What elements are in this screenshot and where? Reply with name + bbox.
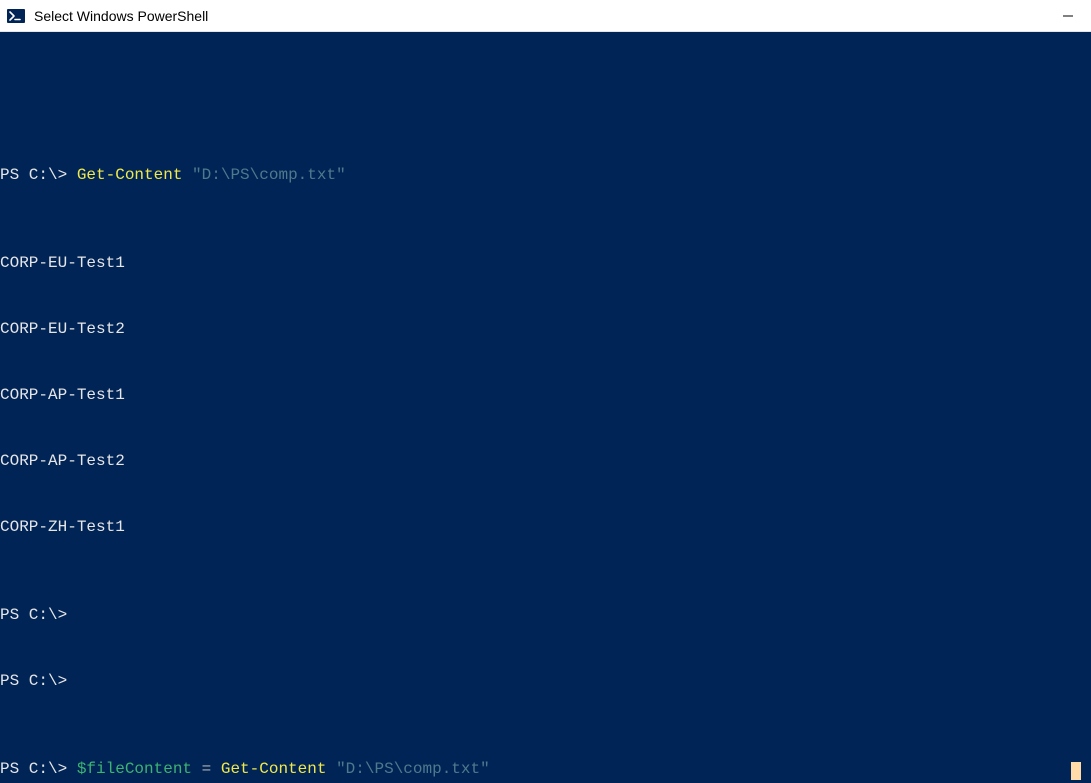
titlebar[interactable]: Select Windows PowerShell <box>0 0 1091 32</box>
minimize-button[interactable] <box>1045 0 1091 32</box>
terminal-area[interactable]: PS C:\> Get-Content "D:\PS\comp.txt" COR… <box>0 32 1091 783</box>
cmd-line: PS C:\> Get-Content "D:\PS\comp.txt" <box>0 164 1091 186</box>
output-line: CORP-EU-Test1 <box>0 252 1091 274</box>
output-line: CORP-AP-Test2 <box>0 450 1091 472</box>
powershell-icon <box>6 6 26 26</box>
terminal-cursor <box>1071 762 1081 780</box>
window-controls <box>1045 0 1091 32</box>
prompt-line: PS C:\> <box>0 604 1091 626</box>
prompt-line: PS C:\> <box>0 670 1091 692</box>
output-line: CORP-EU-Test2 <box>0 318 1091 340</box>
cmd-line: PS C:\> $fileContent = Get-Content "D:\P… <box>0 758 1091 780</box>
window-title: Select Windows PowerShell <box>34 8 208 24</box>
output-line: CORP-ZH-Test1 <box>0 516 1091 538</box>
output-line: CORP-AP-Test1 <box>0 384 1091 406</box>
terminal-content: PS C:\> Get-Content "D:\PS\comp.txt" COR… <box>0 76 1091 783</box>
